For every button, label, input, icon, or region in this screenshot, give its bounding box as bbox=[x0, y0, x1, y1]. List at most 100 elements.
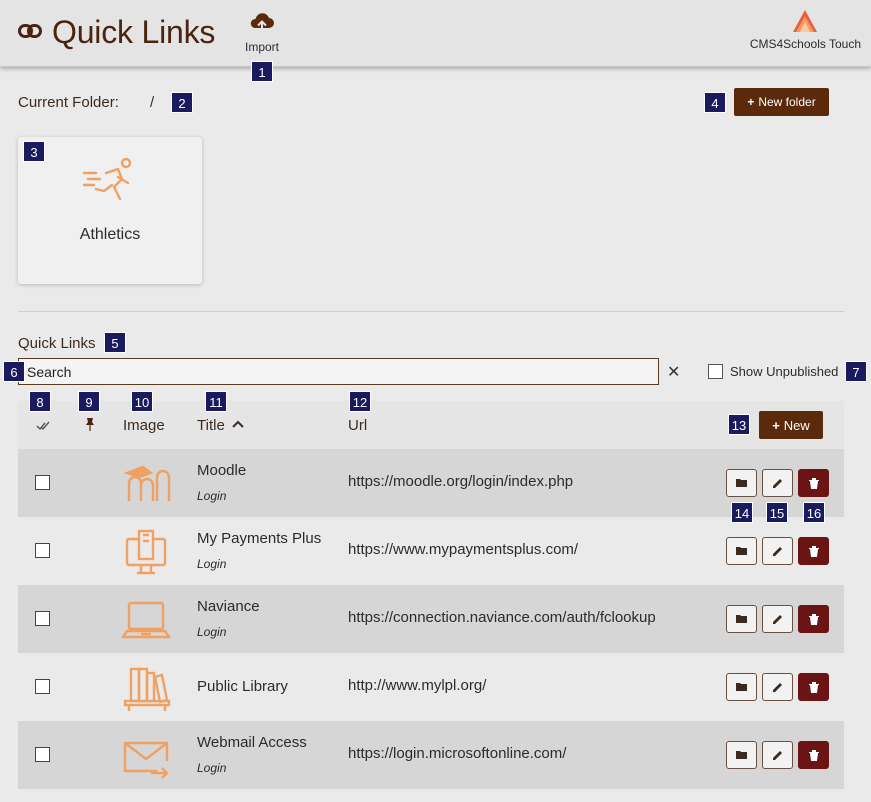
section-title: Quick Links bbox=[18, 335, 96, 352]
annotation-badge: 3 bbox=[23, 141, 45, 162]
new-folder-button[interactable]: + New folder bbox=[734, 88, 829, 116]
trash-icon bbox=[808, 614, 819, 625]
table-row: My Payments Plus Login https://www.mypay… bbox=[18, 517, 844, 585]
annotation-badge: 16 bbox=[803, 502, 825, 523]
annotation-badge: 8 bbox=[29, 391, 51, 412]
clear-search-icon[interactable]: ✕ bbox=[667, 362, 680, 382]
row-subtitle: Login bbox=[197, 489, 227, 503]
row-checkbox[interactable] bbox=[35, 747, 50, 762]
edit-button[interactable] bbox=[762, 537, 793, 565]
table-row: Moodle Login https://moodle.org/login/in… bbox=[18, 449, 844, 517]
column-url: Url bbox=[348, 417, 368, 434]
current-folder-label: Current Folder: bbox=[18, 94, 119, 111]
current-folder-path: / bbox=[150, 94, 155, 111]
envelope-icon bbox=[123, 741, 169, 779]
app-header: Quick Links Import CMS4Schools Touch bbox=[0, 0, 871, 67]
move-to-folder-button[interactable] bbox=[726, 469, 757, 497]
annotation-badge: 11 bbox=[205, 391, 227, 412]
row-title: My Payments Plus bbox=[197, 530, 322, 547]
select-all-icon[interactable] bbox=[36, 421, 50, 431]
row-url: http://www.mylpl.org/ bbox=[348, 677, 487, 694]
moodle-icon bbox=[123, 465, 171, 501]
row-checkbox[interactable] bbox=[35, 611, 50, 626]
import-label: Import bbox=[244, 40, 279, 54]
trash-icon bbox=[808, 682, 819, 693]
annotation-badge: 9 bbox=[78, 391, 100, 412]
edit-button[interactable] bbox=[762, 605, 793, 633]
link-icon bbox=[18, 24, 42, 38]
brand-logo-icon bbox=[793, 10, 818, 32]
delete-button[interactable] bbox=[798, 469, 829, 497]
pencil-icon bbox=[773, 547, 782, 556]
trash-icon bbox=[808, 546, 819, 557]
folder-icon bbox=[736, 615, 747, 623]
folder-tile-athletics[interactable]: Athletics bbox=[18, 137, 202, 284]
folder-icon bbox=[736, 547, 747, 555]
row-title: Public Library bbox=[197, 678, 288, 695]
annotation-badge: 10 bbox=[131, 391, 153, 412]
delete-button[interactable] bbox=[798, 673, 829, 701]
pencil-icon bbox=[773, 615, 782, 624]
chevron-up-icon bbox=[232, 420, 244, 428]
show-unpublished-label: Show Unpublished bbox=[730, 364, 839, 379]
annotation-badge: 2 bbox=[171, 92, 193, 113]
page-title: Quick Links bbox=[52, 14, 216, 50]
delete-button[interactable] bbox=[798, 537, 829, 565]
move-to-folder-button[interactable] bbox=[726, 537, 757, 565]
plus-icon: + bbox=[747, 95, 755, 109]
move-to-folder-button[interactable] bbox=[726, 673, 757, 701]
move-to-folder-button[interactable] bbox=[726, 605, 757, 633]
delete-button[interactable] bbox=[798, 741, 829, 769]
folder-name: Athletics bbox=[79, 226, 141, 243]
folder-icon bbox=[736, 479, 747, 487]
laptop-icon bbox=[121, 601, 171, 639]
brand: CMS4Schools Touch bbox=[750, 8, 861, 51]
annotation-badge: 15 bbox=[766, 502, 788, 523]
row-url: https://login.microsoftonline.com/ bbox=[348, 745, 567, 762]
annotation-badge: 14 bbox=[731, 502, 753, 523]
row-title: Webmail Access bbox=[197, 734, 307, 751]
row-url: https://connection.naviance.com/auth/fcl… bbox=[348, 609, 656, 626]
cloud-upload-icon bbox=[250, 13, 274, 32]
row-title: Moodle bbox=[197, 462, 247, 479]
annotation-badge: 7 bbox=[845, 361, 867, 382]
payments-monitor-icon bbox=[125, 529, 167, 575]
row-subtitle: Login bbox=[197, 625, 227, 639]
row-url: https://www.mypaymentsplus.com/ bbox=[348, 541, 579, 558]
column-image: Image bbox=[123, 417, 165, 434]
edit-button[interactable] bbox=[762, 741, 793, 769]
trash-icon bbox=[808, 750, 819, 761]
column-title-label: Title bbox=[197, 417, 225, 434]
annotation-badge: 6 bbox=[3, 361, 25, 382]
annotation-badge: 1 bbox=[251, 61, 273, 82]
plus-icon: + bbox=[772, 417, 780, 433]
row-url: https://moodle.org/login/index.php bbox=[348, 473, 574, 490]
pin-icon[interactable] bbox=[85, 417, 95, 431]
move-to-folder-button[interactable] bbox=[726, 741, 757, 769]
show-unpublished-checkbox[interactable] bbox=[708, 364, 723, 379]
edit-button[interactable] bbox=[762, 469, 793, 497]
pencil-icon bbox=[773, 683, 782, 692]
folder-icon bbox=[736, 751, 747, 759]
new-folder-label: New folder bbox=[758, 95, 816, 109]
row-checkbox[interactable] bbox=[35, 679, 50, 694]
pencil-icon bbox=[773, 751, 782, 760]
pencil-icon bbox=[773, 479, 782, 488]
annotation-badge: 13 bbox=[728, 414, 750, 435]
trash-icon bbox=[808, 478, 819, 489]
section-divider bbox=[18, 311, 844, 312]
edit-button[interactable] bbox=[762, 673, 793, 701]
delete-button[interactable] bbox=[798, 605, 829, 633]
column-title[interactable]: Title bbox=[197, 417, 245, 434]
annotation-badge: 12 bbox=[349, 391, 371, 412]
row-checkbox[interactable] bbox=[35, 543, 50, 558]
new-link-button[interactable]: + New bbox=[759, 411, 823, 439]
row-checkbox[interactable] bbox=[35, 475, 50, 490]
new-link-label: New bbox=[783, 417, 810, 433]
row-title: Naviance bbox=[197, 598, 260, 615]
table-row: Webmail Access Login https://login.micro… bbox=[18, 721, 844, 789]
bookshelf-icon bbox=[123, 667, 171, 711]
import-button[interactable]: Import bbox=[236, 8, 288, 60]
table-row: Naviance Login https://connection.navian… bbox=[18, 585, 844, 653]
search-input[interactable] bbox=[18, 358, 659, 385]
